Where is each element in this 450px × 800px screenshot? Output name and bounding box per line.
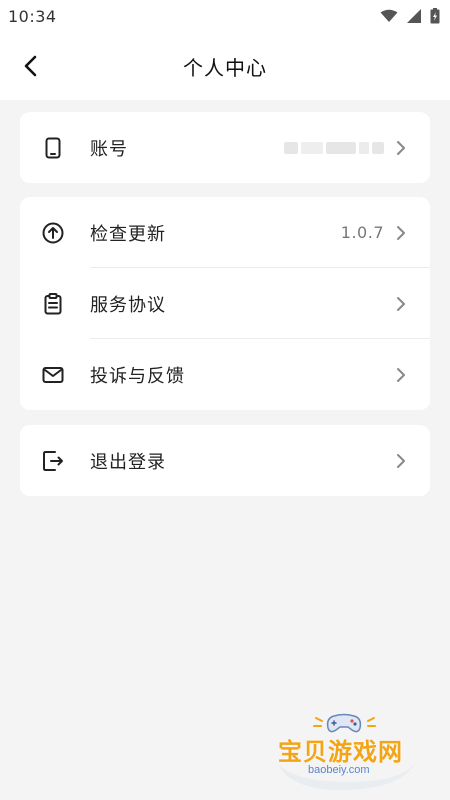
mail-icon xyxy=(42,364,64,386)
status-icons xyxy=(380,8,440,24)
logout-icon xyxy=(42,450,64,472)
watermark-domain: baobeiy.com xyxy=(308,764,370,776)
chevron-right-icon xyxy=(394,366,408,384)
watermark-title: 宝贝游戏网 xyxy=(278,738,403,766)
check-update-row[interactable]: 检查更新 1.0.7 xyxy=(20,197,430,268)
account-row[interactable]: 账号 xyxy=(20,112,430,183)
settings-card: 检查更新 1.0.7 服务协议 投诉与反馈 xyxy=(20,197,430,410)
watermark-logo: 宝贝游戏网 baobeiy.com xyxy=(272,712,422,798)
chevron-right-icon xyxy=(394,452,408,470)
check-update-label: 检查更新 xyxy=(90,223,166,245)
wifi-icon xyxy=(380,9,398,22)
header-bar: 个人中心 xyxy=(0,32,450,100)
version-value: 1.0.7 xyxy=(340,223,384,242)
battery-icon xyxy=(430,8,440,24)
chevron-left-icon xyxy=(24,55,37,77)
phone-icon xyxy=(42,137,64,159)
service-agreement-label: 服务协议 xyxy=(90,294,166,316)
status-bar: 10:34 xyxy=(0,0,450,32)
logout-label: 退出登录 xyxy=(90,451,166,473)
account-card: 账号 xyxy=(20,112,430,183)
clipboard-icon xyxy=(42,292,64,315)
chevron-right-icon xyxy=(394,139,408,157)
chevron-right-icon xyxy=(394,295,408,313)
feedback-label: 投诉与反馈 xyxy=(90,365,185,387)
blurred-account-value xyxy=(284,141,384,155)
status-time: 10:34 xyxy=(8,6,57,26)
page-title: 个人中心 xyxy=(183,55,267,80)
back-button[interactable] xyxy=(14,50,46,82)
signal-icon xyxy=(407,9,421,23)
service-agreement-row[interactable]: 服务协议 xyxy=(20,268,430,339)
feedback-row[interactable]: 投诉与反馈 xyxy=(20,339,430,410)
chevron-right-icon xyxy=(394,224,408,242)
logout-row[interactable]: 退出登录 xyxy=(20,425,430,496)
upload-circle-icon xyxy=(42,222,64,244)
account-label: 账号 xyxy=(90,138,128,160)
logout-card: 退出登录 xyxy=(20,425,430,496)
